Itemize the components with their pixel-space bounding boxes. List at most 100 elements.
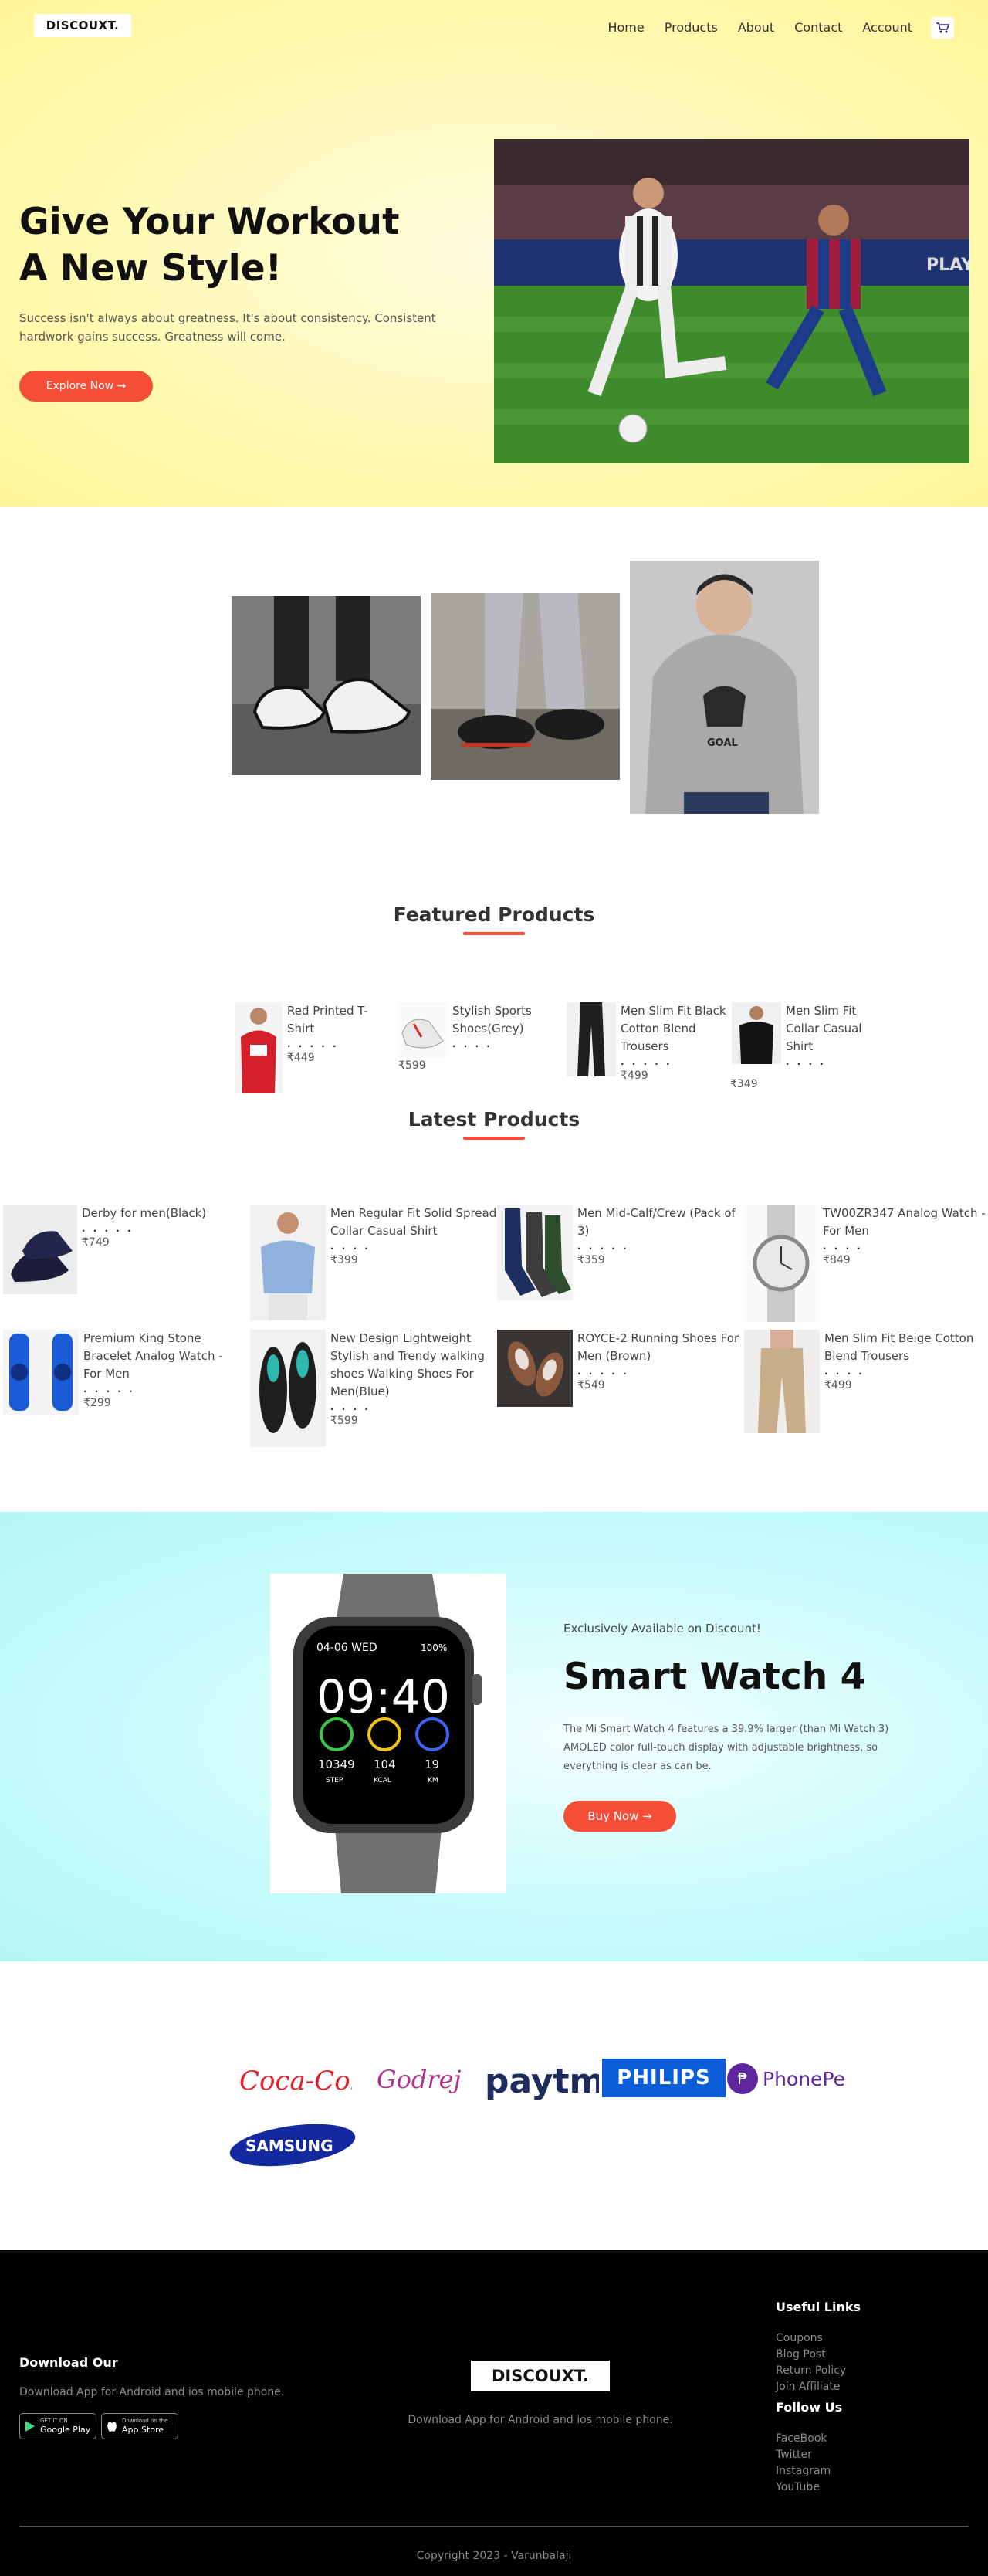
product-image[interactable]	[235, 1002, 283, 1093]
product-image[interactable]	[567, 1002, 616, 1076]
brand-label: paytm	[485, 2062, 599, 2101]
latest-product-card[interactable]: TW00ZR347 Analog Watch - For Men . . . .…	[744, 1205, 988, 1322]
product-price: ₹849	[823, 1254, 851, 1266]
brand-label: Coca-Cola	[239, 2066, 352, 2096]
product-name[interactable]: Men Slim Fit Beige Cotton Blend Trousers	[824, 1330, 988, 1365]
product-name[interactable]: Men Slim Fit Collar Casual Shirt	[786, 1002, 877, 1056]
featured-product-card[interactable]: Red Printed T-Shirt . . . . . ₹449	[235, 1002, 381, 1093]
hero-text: Give Your Workout A New Style! Success i…	[19, 199, 482, 346]
watch-battery: 100%	[421, 1642, 447, 1653]
brand-logo-philips: PHILIPS	[602, 2059, 726, 2097]
nav-link-home[interactable]: Home	[607, 20, 644, 35]
footer-link-blog-post[interactable]: Blog Post	[776, 2347, 846, 2363]
footer-link-coupons[interactable]: Coupons	[776, 2330, 846, 2347]
smart-watch-image[interactable]: 04-06 WED 100% 09:40 10349 104 19 STEP K…	[270, 1574, 506, 1893]
rating-stars: . . . . .	[577, 1241, 629, 1252]
footer-link-twitter[interactable]: Twitter	[776, 2447, 831, 2463]
product-image[interactable]	[744, 1205, 818, 1322]
product-image[interactable]	[250, 1205, 326, 1320]
watch-date: 04-06 WED	[316, 1642, 377, 1654]
featured-header: Featured Products	[0, 903, 988, 935]
footer-logo[interactable]: DISCOUXT.	[471, 2361, 610, 2391]
featured-product-card[interactable]: Stylish Sports Shoes(Grey) . . . .	[398, 1002, 545, 1058]
banner-text: PLAY	[926, 256, 969, 275]
product-name[interactable]: Premium King Stone Bracelet Analog Watch…	[83, 1330, 238, 1383]
hero-title: Give Your Workout A New Style!	[19, 201, 400, 290]
rating-stars: . . . .	[824, 1366, 864, 1377]
footer: Download Our Download App for Android an…	[0, 2250, 988, 2576]
product-image[interactable]	[250, 1330, 326, 1447]
nav-link-contact[interactable]: Contact	[794, 20, 842, 35]
latest-product-card[interactable]: Derby for men(Black) . . . . . ₹749	[3, 1205, 236, 1294]
product-price: ₹749	[82, 1236, 110, 1249]
product-image[interactable]	[3, 1205, 77, 1294]
buy-now-button[interactable]: Buy Now →	[563, 1801, 676, 1832]
product-name[interactable]: Red Printed T-Shirt	[287, 1002, 381, 1038]
rating-stars: . . . .	[823, 1241, 863, 1252]
featured-product-card[interactable]: Men Slim Fit Collar Casual Shirt . . . .	[732, 1002, 877, 1068]
category-image-hoodie[interactable]: GOAL	[630, 561, 819, 814]
footer-link-instagram[interactable]: Instagram	[776, 2463, 831, 2479]
product-name[interactable]: Men Mid-Calf/Crew (Pack of 3)	[577, 1205, 744, 1240]
latest-product-card[interactable]: Men Regular Fit Solid Spread Collar Casu…	[250, 1205, 499, 1320]
latest-product-card[interactable]: Men Slim Fit Beige Cotton Blend Trousers…	[744, 1330, 988, 1433]
product-name[interactable]: Stylish Sports Shoes(Grey)	[452, 1002, 545, 1038]
product-name[interactable]: ROYCE-2 Running Shoes For Men (Brown)	[577, 1330, 744, 1365]
hero-description: Success isn't always about greatness. It…	[19, 311, 436, 344]
product-image[interactable]	[732, 1002, 781, 1064]
footer-link-join-affiliate[interactable]: Join Affiliate	[776, 2379, 846, 2395]
smart-watch-promo: 04-06 WED 100% 09:40 10349 104 19 STEP K…	[0, 1512, 988, 1961]
nav-link-about[interactable]: About	[738, 20, 774, 35]
watch-km: 19	[425, 1757, 439, 1771]
brand-logo-phonepe: ₱ PhonePe	[727, 2062, 851, 2096]
follow-links-list: FaceBook Twitter Instagram YouTube	[776, 2431, 831, 2496]
rating-stars: . . . . .	[621, 1056, 672, 1067]
cart-icon[interactable]	[931, 17, 954, 39]
promo-title: Smart Watch 4	[563, 1656, 866, 1698]
latest-product-card[interactable]: Premium King Stone Bracelet Analog Watch…	[3, 1330, 238, 1415]
product-image[interactable]	[497, 1205, 573, 1300]
product-image[interactable]	[744, 1330, 820, 1433]
footer-link-return-policy[interactable]: Return Policy	[776, 2363, 846, 2379]
rating-stars: . . . . .	[287, 1039, 339, 1049]
footer-link-facebook[interactable]: FaceBook	[776, 2431, 831, 2447]
category-image-sneakers[interactable]	[232, 596, 421, 775]
featured-title: Featured Products	[393, 903, 595, 926]
follow-us-title: Follow Us	[776, 2400, 843, 2415]
product-image[interactable]	[398, 1002, 448, 1058]
nav-menu: Home Products About Contact Account	[607, 20, 912, 35]
explore-now-button[interactable]: Explore Now →	[19, 371, 153, 402]
watch-time: 09:40	[316, 1670, 450, 1724]
nav-link-account[interactable]: Account	[862, 20, 912, 35]
footer-link-youtube[interactable]: YouTube	[776, 2479, 831, 2496]
latest-title: Latest Products	[408, 1108, 580, 1130]
product-image[interactable]	[497, 1330, 573, 1407]
product-name[interactable]: Men Regular Fit Solid Spread Collar Casu…	[330, 1205, 499, 1240]
rating-stars: . . . . .	[577, 1366, 629, 1377]
rating-stars: . . . .	[452, 1039, 492, 1049]
latest-header: Latest Products	[0, 1108, 988, 1140]
product-name[interactable]: Men Slim Fit Black Cotton Blend Trousers	[621, 1002, 736, 1056]
product-name[interactable]: TW00ZR347 Analog Watch - For Men	[823, 1205, 988, 1240]
product-price: ₹299	[83, 1397, 111, 1409]
product-price: ₹349	[730, 1078, 758, 1090]
product-name[interactable]: Derby for men(Black)	[82, 1205, 236, 1222]
product-price: ₹599	[398, 1059, 426, 1072]
product-price: ₹399	[330, 1254, 358, 1266]
latest-product-card[interactable]: Men Mid-Calf/Crew (Pack of 3) . . . . . …	[497, 1205, 744, 1300]
featured-product-card[interactable]: Men Slim Fit Black Cotton Blend Trousers…	[567, 1002, 736, 1083]
product-price: ₹499	[824, 1379, 852, 1391]
product-price: ₹359	[577, 1254, 605, 1266]
latest-product-card[interactable]: New Design Lightweight Stylish and Trend…	[250, 1330, 499, 1447]
hero-section: DISCOUXT. Home Products About Contact Ac…	[0, 0, 988, 507]
nav-link-products[interactable]: Products	[665, 20, 718, 35]
footer-divider	[19, 2526, 969, 2527]
category-image-joggers[interactable]	[431, 593, 620, 780]
product-image[interactable]	[3, 1330, 79, 1415]
watch-steps: 10349	[318, 1757, 355, 1771]
site-logo[interactable]: DISCOUXT.	[34, 14, 131, 37]
latest-product-card[interactable]: ROYCE-2 Running Shoes For Men (Brown) . …	[497, 1330, 744, 1407]
product-name[interactable]: New Design Lightweight Stylish and Trend…	[330, 1330, 499, 1401]
watch-steps-label: STEP	[326, 1777, 343, 1785]
rating-stars: . . . . .	[82, 1223, 134, 1234]
